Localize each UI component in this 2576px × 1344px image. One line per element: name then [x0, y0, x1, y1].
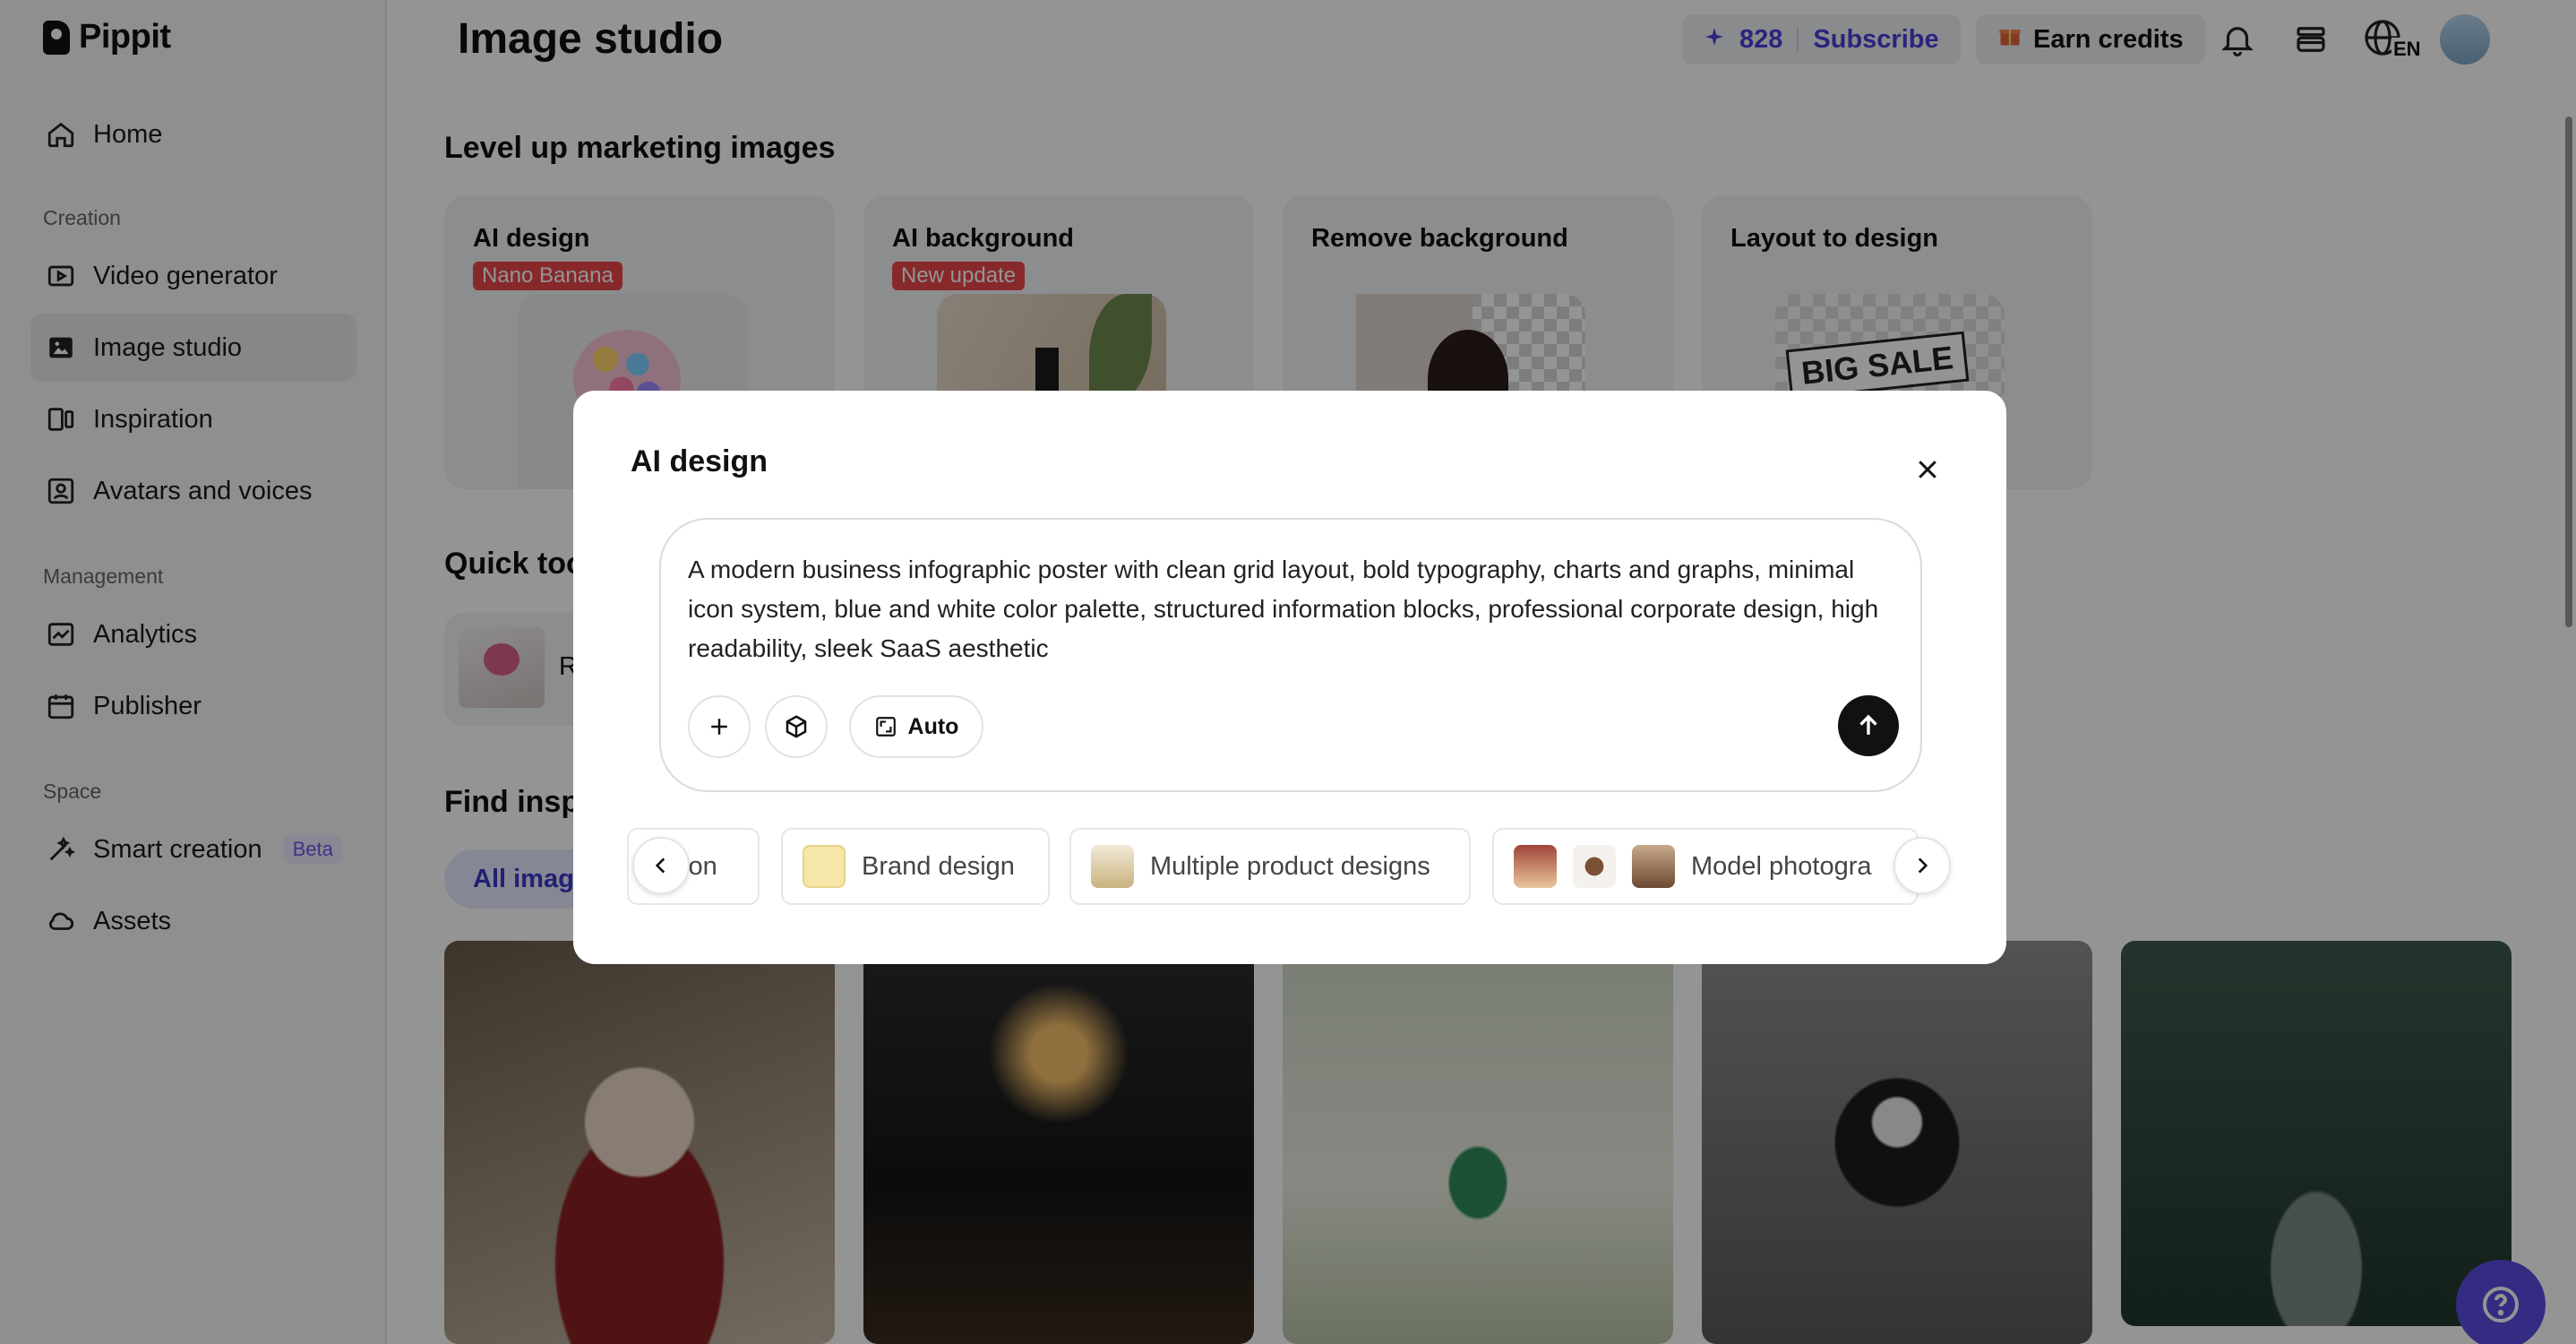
chip-label: Multiple product designs	[1150, 851, 1430, 881]
app-root: Pippit Home Creation Video generator Ima…	[0, 0, 2576, 1344]
prompt-text[interactable]: A modern business infographic poster wit…	[688, 550, 1897, 668]
aspect-ratio-icon	[875, 717, 896, 737]
chip-label: Model photogra	[1691, 851, 1872, 881]
model-thumbnail-2	[1573, 845, 1616, 888]
send-button[interactable]	[1838, 695, 1899, 756]
chevron-right-icon	[1918, 857, 1928, 874]
prompt-input[interactable]: A modern business infographic poster wit…	[659, 518, 1922, 792]
model-thumbnail-3	[1632, 845, 1675, 888]
suggestion-chip-multiple-product-designs[interactable]: Multiple product designs	[1069, 828, 1471, 905]
cube-icon	[786, 715, 807, 738]
close-button[interactable]	[1906, 448, 1949, 491]
add-attachment-button[interactable]	[688, 695, 751, 758]
scroll-left-button[interactable]	[632, 837, 690, 894]
model-thumbnail-1	[1514, 845, 1557, 888]
close-icon	[1919, 461, 1936, 478]
plus-icon	[711, 719, 727, 735]
brand-design-thumbnail	[803, 845, 846, 888]
chip-label: Brand design	[862, 851, 1015, 881]
suggestion-chip-brand-design[interactable]: Brand design	[781, 828, 1050, 905]
model-select-button[interactable]	[765, 695, 828, 758]
modal-title: AI design	[631, 444, 769, 478]
scroll-right-button[interactable]	[1893, 837, 1951, 894]
arrow-up-icon	[1859, 714, 1877, 735]
auto-label: Auto	[907, 713, 959, 739]
suggestion-chip-model-photography[interactable]: Model photogra	[1492, 828, 1919, 905]
chevron-left-icon	[655, 857, 665, 874]
aspect-ratio-button[interactable]: Auto	[849, 695, 983, 758]
ai-design-modal: AI design A modern business infographic …	[573, 391, 2006, 964]
product-designs-thumbnail	[1091, 845, 1134, 888]
